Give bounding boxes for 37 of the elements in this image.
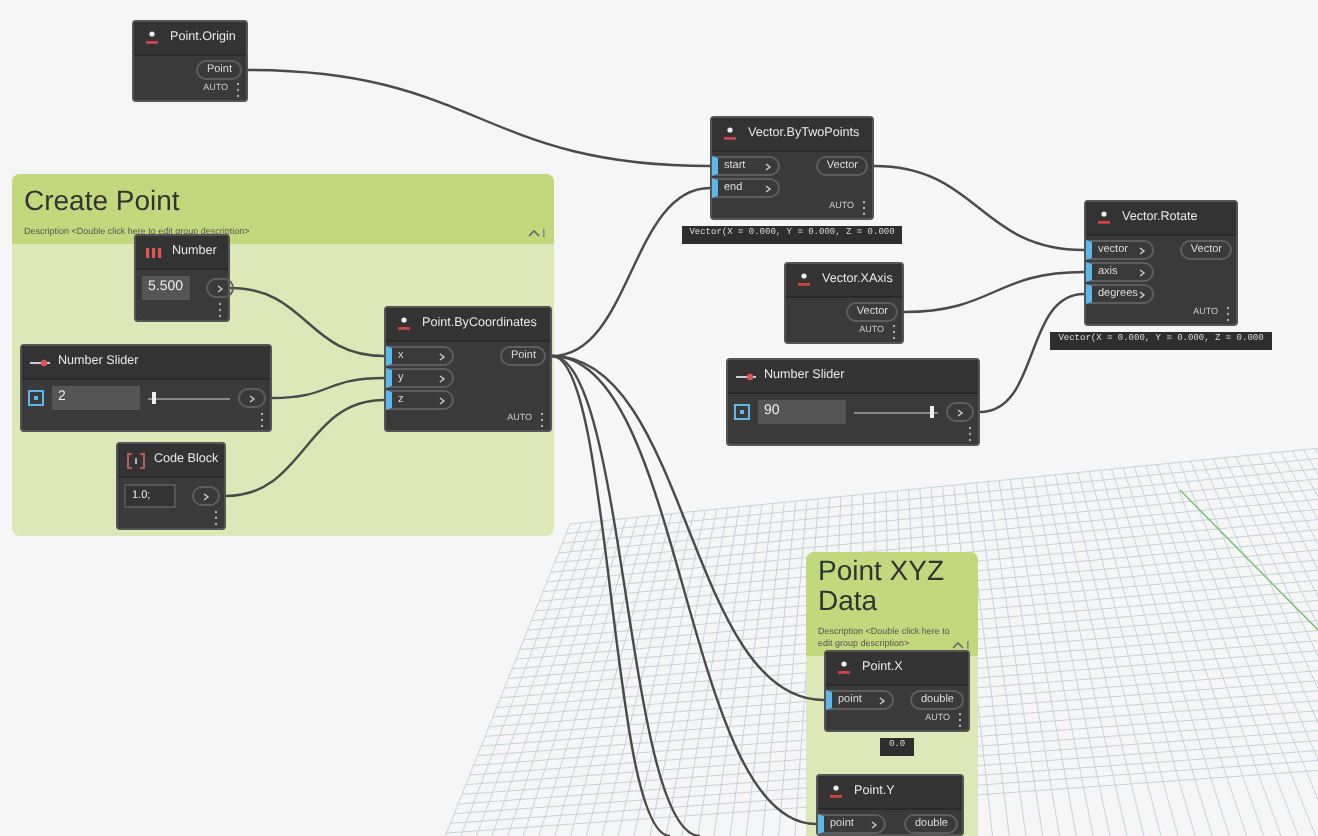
collapse-icon[interactable] xyxy=(528,228,546,238)
slider-thumb[interactable] xyxy=(151,392,156,404)
chevron-icon xyxy=(438,395,446,405)
chevron-icon xyxy=(764,183,772,193)
group-title: Point XYZ Data xyxy=(818,556,947,616)
chevron-icon xyxy=(1138,267,1146,277)
number-icon xyxy=(144,243,164,261)
slider-track[interactable] xyxy=(854,406,938,418)
code-icon xyxy=(126,451,146,469)
chevron-icon xyxy=(248,393,256,403)
output-port[interactable] xyxy=(946,402,974,422)
chevron-icon xyxy=(1138,245,1146,255)
chevron-icon xyxy=(956,407,964,417)
chevron-icon xyxy=(870,819,878,829)
node-icon xyxy=(826,783,846,801)
chevron-icon xyxy=(215,283,224,293)
output-port[interactable] xyxy=(205,278,234,298)
output-port[interactable] xyxy=(192,486,220,506)
node-icon xyxy=(394,315,414,333)
node-icon xyxy=(834,659,854,677)
slider-thumb[interactable] xyxy=(929,406,934,418)
node-icon xyxy=(142,29,162,47)
chevron-icon xyxy=(1138,289,1146,299)
slider-track[interactable] xyxy=(148,392,230,404)
chevron-icon xyxy=(438,373,446,383)
output-port[interactable] xyxy=(238,388,266,408)
chevron-icon xyxy=(202,491,210,501)
node-icon xyxy=(794,271,814,289)
node-icon xyxy=(720,125,740,143)
group-title: Create Point xyxy=(24,186,180,216)
node-icon xyxy=(1094,209,1114,227)
collapse-icon[interactable] xyxy=(952,640,970,650)
chevron-icon xyxy=(878,695,886,705)
chevron-icon xyxy=(764,161,772,171)
expand-icon[interactable] xyxy=(28,390,44,406)
chevron-icon xyxy=(438,351,446,361)
expand-icon[interactable] xyxy=(734,404,750,420)
